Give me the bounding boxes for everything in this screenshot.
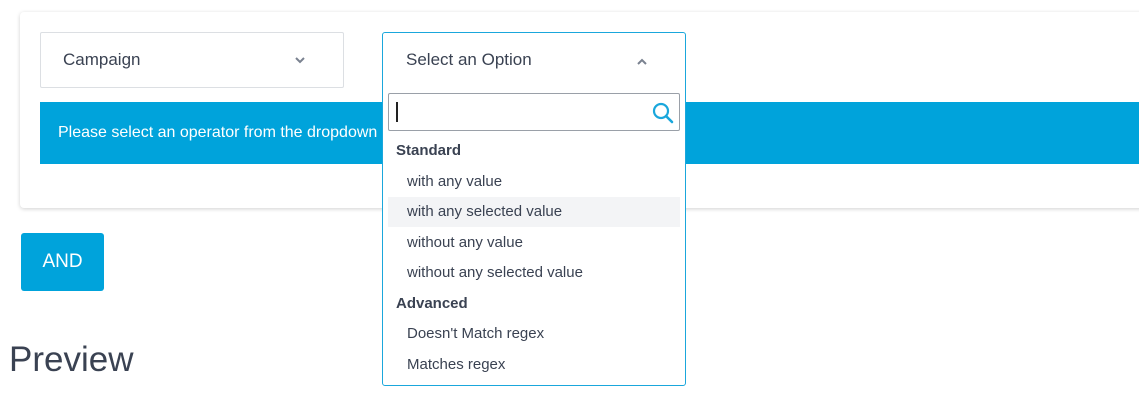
search-icon[interactable] [651, 101, 675, 125]
option-doesnt-match-regex[interactable]: Doesn't Match regex [388, 319, 680, 349]
and-button[interactable]: AND [21, 233, 104, 291]
field-select[interactable]: Campaign [40, 32, 344, 88]
preview-heading: Preview [9, 340, 134, 379]
option-without-any-value[interactable]: without any value [388, 228, 680, 258]
chevron-up-icon[interactable] [637, 57, 647, 67]
field-select-value: Campaign [63, 50, 141, 69]
option-matches-regex[interactable]: Matches regex [388, 350, 680, 380]
option-with-any-selected-value[interactable]: with any selected value [388, 197, 680, 227]
info-banner-text: Please select an operator from the dropd… [58, 124, 378, 141]
option-without-any-selected-value[interactable]: without any selected value [388, 258, 680, 288]
operator-select-placeholder: Select an Option [406, 50, 532, 69]
group-label-advanced: Advanced [396, 295, 468, 312]
search-input[interactable] [395, 100, 640, 124]
search-field[interactable] [388, 93, 680, 131]
text-caret [396, 102, 398, 122]
group-label-standard: Standard [396, 142, 462, 159]
chevron-down-icon [295, 57, 305, 64]
option-with-any-value[interactable]: with any value [388, 167, 680, 197]
operator-select[interactable]: Select an Option Standard with any value… [382, 32, 686, 386]
